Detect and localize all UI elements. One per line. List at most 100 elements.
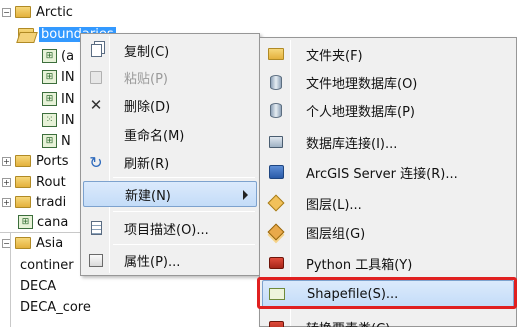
menu-item-refresh[interactable]: ↻ 刷新(R) <box>83 149 257 175</box>
expand-icon[interactable]: + <box>2 177 11 187</box>
menu-separator <box>113 177 255 178</box>
feature-class-icon: ⊞ <box>42 134 57 148</box>
tree-item-deca[interactable]: DECA <box>20 276 56 296</box>
menu-item-delete[interactable]: ✕ 删除(D) <box>83 92 257 118</box>
folder-icon <box>15 196 31 208</box>
tree-item-deca-core[interactable]: DECA_core <box>20 297 91 317</box>
expand-icon[interactable]: + <box>2 156 11 166</box>
properties-icon <box>83 247 109 273</box>
menu-item-label: 项目描述(O)... <box>124 222 209 238</box>
folder-icon <box>15 237 31 249</box>
menu-separator <box>113 244 255 245</box>
tree-item-label: Rout <box>36 174 66 190</box>
menu-item-properties[interactable]: 属性(P)... <box>83 247 257 273</box>
tree-item-label: cana <box>37 214 69 230</box>
menu-separator <box>113 211 255 212</box>
menu-item-label: 数据库连接(I)... <box>306 136 398 152</box>
annotation-highlight-box <box>257 277 517 309</box>
description-icon <box>83 215 109 241</box>
menu-item-rename[interactable]: 重命名(M) <box>83 121 257 147</box>
folder-icon <box>15 176 31 188</box>
folder-icon <box>262 40 290 68</box>
tree-item-continents[interactable]: continer <box>20 255 74 275</box>
delete-icon: ✕ <box>89 96 103 114</box>
collapse-icon[interactable]: − <box>2 7 11 17</box>
menu-item-label: 图层组(G) <box>306 226 366 242</box>
submenu-item-convert[interactable]: 转换要素类(C) <box>262 313 514 327</box>
submenu-item-database-connection[interactable]: 数据库连接(I)... <box>262 128 514 156</box>
personal-geodatabase-icon <box>262 96 290 124</box>
feature-class-icon: ⊞ <box>42 70 57 84</box>
menu-item-label: 新建(N) <box>125 188 171 204</box>
tree-item-label: N <box>61 133 71 149</box>
menu-item-new[interactable]: 新建(N) <box>83 181 257 207</box>
tree-item-label: continer <box>20 257 74 273</box>
copy-icon <box>83 37 109 63</box>
tree-item-feature-class[interactable]: ⁙ IN <box>42 110 75 130</box>
tree-item-label: Arctic <box>36 4 73 20</box>
menu-item-label: 刷新(R) <box>124 156 170 172</box>
folder-icon <box>15 155 31 167</box>
submenu-item-folder[interactable]: 文件夹(F) <box>262 40 514 68</box>
expand-icon[interactable]: + <box>2 197 11 207</box>
paste-icon <box>83 64 109 90</box>
tree-item-feature-class[interactable]: ⊞ IN <box>42 67 75 87</box>
menu-item-label: 文件夹(F) <box>306 48 363 64</box>
menu-item-item-description[interactable]: 项目描述(O)... <box>83 215 257 241</box>
divider <box>10 232 11 327</box>
menu-item-label: 重命名(M) <box>124 128 185 144</box>
open-folder-icon <box>18 28 34 40</box>
file-geodatabase-icon <box>262 68 290 96</box>
menu-item-paste[interactable]: 粘贴(P) <box>83 64 257 90</box>
database-connection-icon <box>262 128 290 156</box>
menu-item-label: 图层(L)... <box>306 197 362 213</box>
tree-item-feature-class[interactable]: ⊞ IN <box>42 89 75 109</box>
tree-item-label: IN <box>61 91 75 107</box>
layer-icon <box>262 189 290 217</box>
feature-class-icon: ⊞ <box>42 92 57 106</box>
tree-item-label: DECA_core <box>20 299 91 315</box>
group-layer-icon <box>262 218 290 246</box>
tree-item-routes[interactable]: + Rout <box>2 172 66 192</box>
tree-item-ports[interactable]: + Ports <box>2 151 69 171</box>
menu-item-label: 粘贴(P) <box>124 71 168 87</box>
point-feature-class-icon: ⁙ <box>42 113 57 127</box>
menu-item-label: 删除(D) <box>124 99 171 115</box>
tree-item-arctic[interactable]: − Arctic <box>2 2 73 22</box>
tree-item-feature-class[interactable]: ⊞ (a <box>42 46 74 66</box>
toolbox-icon <box>262 313 290 327</box>
python-toolbox-icon <box>262 249 290 277</box>
context-menu: 复制(C) 粘贴(P) ✕ 删除(D) 重命名(M) ↻ 刷新(R) 新建(N)… <box>80 33 260 276</box>
folder-icon <box>15 6 31 18</box>
feature-class-icon: ⊞ <box>42 49 57 63</box>
menu-item-label: 文件地理数据库(O) <box>306 76 418 92</box>
tree-item-canals[interactable]: ⊞ cana <box>18 212 68 232</box>
submenu-item-arcgis-server[interactable]: ArcGIS Server 连接(R)... <box>262 158 514 186</box>
submenu-arrow-icon <box>243 190 248 200</box>
menu-item-label: 转换要素类(C) <box>306 318 390 327</box>
menu-item-label: 属性(P)... <box>124 254 181 270</box>
tree-item-label: IN <box>61 69 75 85</box>
refresh-icon: ↻ <box>89 152 103 172</box>
tree-item-asia[interactable]: − Asia <box>2 233 63 253</box>
menu-item-label: Python 工具箱(Y) <box>306 257 413 273</box>
submenu-item-layer[interactable]: 图层(L)... <box>262 189 514 217</box>
tree-item-label: (a <box>61 48 75 64</box>
tree-item-label: Ports <box>36 153 69 169</box>
tree-item-label: IN <box>61 112 75 128</box>
feature-class-icon: ⊞ <box>18 215 33 229</box>
menu-item-label: 个人地理数据库(P) <box>306 104 415 120</box>
submenu-item-file-geodatabase[interactable]: 文件地理数据库(O) <box>262 68 514 96</box>
menu-item-label: ArcGIS Server 连接(R)... <box>306 166 458 182</box>
menu-item-label: 复制(C) <box>124 44 170 60</box>
submenu-item-group-layer[interactable]: 图层组(G) <box>262 218 514 246</box>
tree-item-label: DECA <box>20 278 57 294</box>
submenu-item-python-toolbox[interactable]: Python 工具箱(Y) <box>262 249 514 277</box>
tree-item-label: tradi <box>36 194 67 210</box>
tree-item-trading[interactable]: + tradi <box>2 192 66 212</box>
tree-item-label: Asia <box>36 235 64 251</box>
arcgis-server-icon <box>262 158 290 186</box>
menu-item-copy[interactable]: 复制(C) <box>83 37 257 63</box>
submenu-item-personal-geodatabase[interactable]: 个人地理数据库(P) <box>262 96 514 124</box>
tree-item-feature-class[interactable]: ⊞ N <box>42 131 71 151</box>
